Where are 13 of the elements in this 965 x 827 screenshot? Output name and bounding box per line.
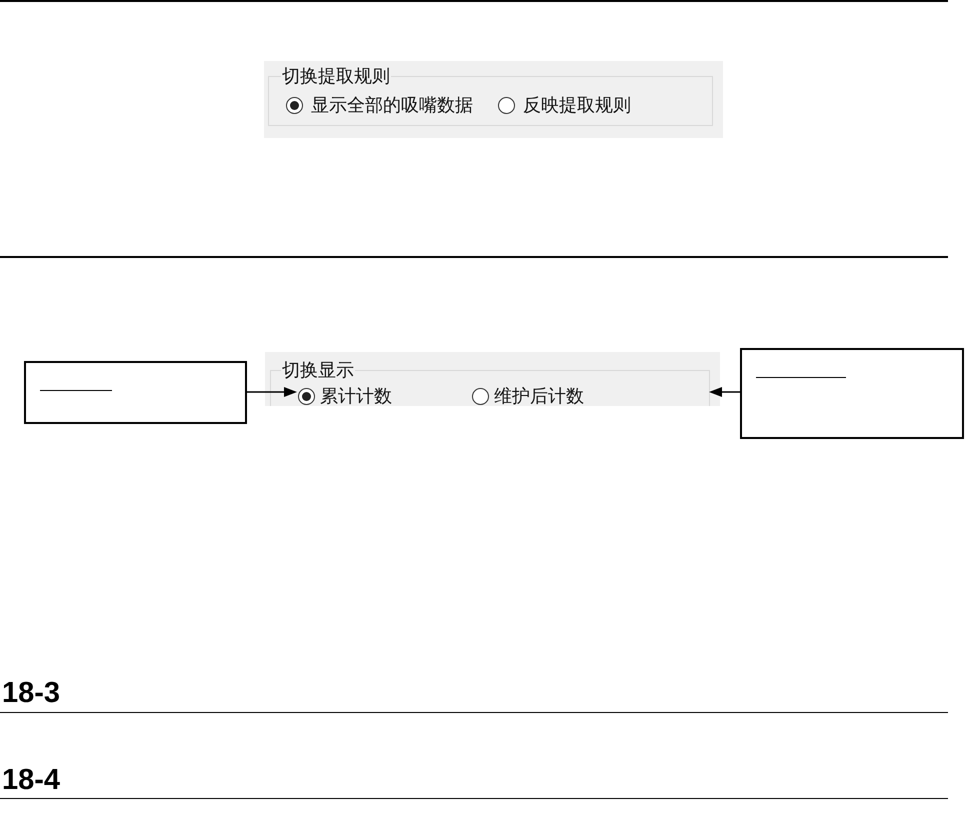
section-heading: 18-3	[2, 679, 60, 708]
group-box-title: 切换提取规则	[281, 67, 391, 85]
radio-button[interactable]	[472, 388, 489, 404]
section-heading: 18-4	[2, 766, 60, 795]
radio-label[interactable]: 反映提取规则	[523, 95, 631, 115]
radio-button[interactable]	[498, 96, 515, 114]
fill-in-line	[40, 390, 112, 391]
radio-button[interactable]	[298, 388, 315, 404]
radio-label[interactable]: 维护后计数	[494, 386, 584, 406]
radio-label[interactable]: 累计计数	[320, 386, 392, 406]
radio-button[interactable]	[286, 96, 303, 114]
radio-label[interactable]: 显示全部的吸嘴数据	[311, 95, 473, 115]
group-box-title: 切换显示	[281, 361, 355, 379]
